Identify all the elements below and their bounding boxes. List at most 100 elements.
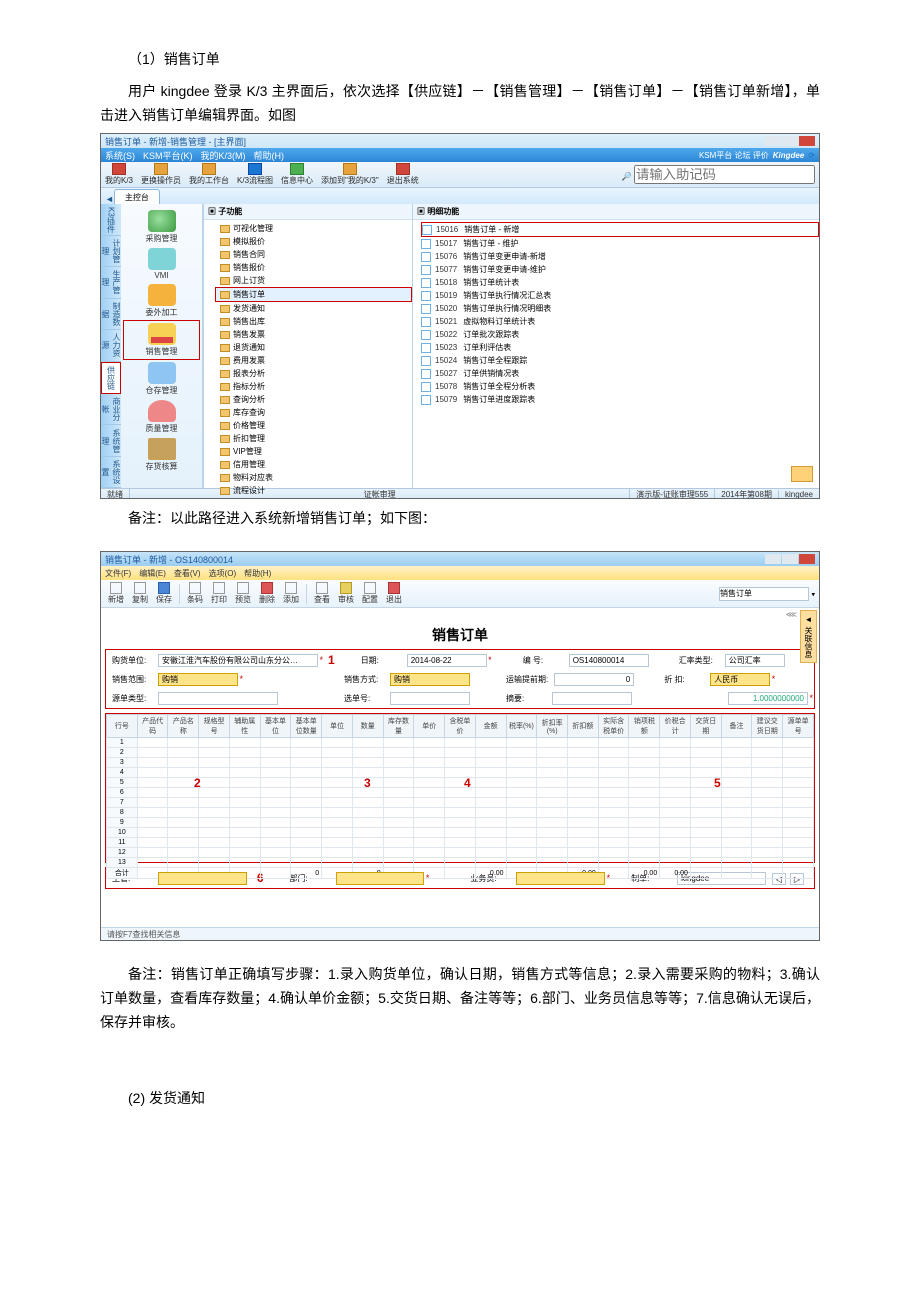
list-item[interactable]: 15022订单批次跟踪表 bbox=[421, 328, 819, 341]
grid-header-cell[interactable]: 产品名称 bbox=[168, 715, 199, 738]
grid-cell[interactable] bbox=[445, 838, 476, 848]
grid-cell[interactable] bbox=[629, 748, 660, 758]
grid-header-cell[interactable]: 备注 bbox=[721, 715, 752, 738]
field-src[interactable] bbox=[158, 692, 278, 705]
tool-flowchart[interactable]: K/3流程图 bbox=[237, 163, 273, 186]
tree-item[interactable]: 指标分析 bbox=[220, 380, 412, 393]
tool-approve[interactable]: 审核 bbox=[335, 582, 357, 605]
field-ex[interactable] bbox=[552, 692, 632, 705]
grid-cell[interactable] bbox=[445, 798, 476, 808]
grid-cell[interactable] bbox=[537, 838, 568, 848]
grid-header-cell[interactable]: 价税合计 bbox=[660, 715, 691, 738]
grid-cell[interactable] bbox=[137, 818, 168, 828]
grid-cell[interactable] bbox=[506, 778, 537, 788]
grid-cell[interactable] bbox=[721, 818, 752, 828]
list-item[interactable]: 15023订单利评估表 bbox=[421, 341, 819, 354]
grid-cell[interactable] bbox=[537, 828, 568, 838]
grid-cell[interactable] bbox=[260, 848, 291, 858]
grid-cell[interactable] bbox=[291, 798, 322, 808]
grid-cell[interactable] bbox=[752, 798, 783, 808]
grid-cell[interactable] bbox=[752, 838, 783, 848]
grid-cell[interactable] bbox=[537, 758, 568, 768]
grid-cell[interactable] bbox=[260, 858, 291, 868]
grid-cell[interactable] bbox=[291, 858, 322, 868]
grid-header-cell[interactable]: 销项税额 bbox=[629, 715, 660, 738]
grid-cell[interactable] bbox=[752, 758, 783, 768]
table-row[interactable]: 3 bbox=[107, 758, 814, 768]
grid-cell[interactable] bbox=[445, 748, 476, 758]
grid-cell[interactable] bbox=[322, 828, 353, 838]
grid-cell[interactable] bbox=[137, 798, 168, 808]
grid-cell[interactable] bbox=[598, 798, 629, 808]
grid-cell[interactable] bbox=[721, 758, 752, 768]
grid-cell[interactable] bbox=[568, 808, 599, 818]
related-info-strip[interactable]: ◄ 关联信息 bbox=[800, 610, 817, 663]
tool-view[interactable]: 查看 bbox=[311, 582, 333, 605]
grid-cell[interactable] bbox=[690, 748, 721, 758]
field-customer[interactable]: 安徽江淮汽车股份有限公司山东分公… bbox=[158, 654, 318, 667]
grid-cell[interactable] bbox=[629, 738, 660, 748]
grid-cell[interactable] bbox=[629, 758, 660, 768]
grid-cell[interactable] bbox=[568, 788, 599, 798]
grid-cell[interactable] bbox=[660, 808, 691, 818]
folder-icon[interactable] bbox=[791, 466, 813, 482]
grid-cell[interactable] bbox=[475, 768, 506, 778]
grid-cell[interactable] bbox=[629, 818, 660, 828]
grid-cell[interactable] bbox=[721, 778, 752, 788]
tree-item[interactable]: 退货通知 bbox=[220, 341, 412, 354]
grid-cell[interactable] bbox=[568, 798, 599, 808]
grid-cell[interactable] bbox=[414, 758, 445, 768]
grid-cell[interactable] bbox=[229, 768, 260, 778]
grid-cell[interactable] bbox=[568, 778, 599, 788]
grid-cell[interactable] bbox=[414, 808, 445, 818]
minimize-button[interactable] bbox=[765, 554, 781, 564]
grid-cell[interactable] bbox=[229, 778, 260, 788]
nav-inventory[interactable]: 存货核算 bbox=[123, 436, 200, 474]
tree-item[interactable]: 报表分析 bbox=[220, 367, 412, 380]
grid-cell[interactable] bbox=[660, 758, 691, 768]
tool-barcode[interactable]: 条码 bbox=[184, 582, 206, 605]
grid-cell[interactable] bbox=[291, 818, 322, 828]
tool-config[interactable]: 配置 bbox=[359, 582, 381, 605]
grid-cell[interactable] bbox=[352, 808, 383, 818]
grid-cell[interactable] bbox=[783, 858, 814, 868]
grid-cell[interactable] bbox=[137, 778, 168, 788]
grid-cell[interactable] bbox=[322, 818, 353, 828]
menu-file[interactable]: 文件(F) bbox=[105, 568, 131, 579]
close-button[interactable] bbox=[799, 136, 815, 146]
grid-cell[interactable] bbox=[506, 768, 537, 778]
grid-cell[interactable] bbox=[322, 858, 353, 868]
grid-cell[interactable] bbox=[752, 808, 783, 818]
grid-cell[interactable] bbox=[721, 738, 752, 748]
tool-delete[interactable]: 删除 bbox=[256, 582, 278, 605]
tree-item[interactable]: 模拟报价 bbox=[220, 235, 412, 248]
grid-cell[interactable] bbox=[568, 818, 599, 828]
grid-cell[interactable] bbox=[783, 798, 814, 808]
maximize-button[interactable] bbox=[782, 136, 798, 146]
grid-cell[interactable] bbox=[783, 838, 814, 848]
grid-cell[interactable] bbox=[506, 788, 537, 798]
tree-item[interactable]: 发货通知 bbox=[220, 302, 412, 315]
grid-cell[interactable] bbox=[475, 738, 506, 748]
grid-cell[interactable] bbox=[660, 778, 691, 788]
grid-cell[interactable] bbox=[352, 758, 383, 768]
list-item[interactable]: 15027订单供销情况表 bbox=[421, 367, 819, 380]
header-links[interactable]: KSM平台 论坛 评价 bbox=[699, 150, 769, 161]
grid-cell[interactable] bbox=[229, 798, 260, 808]
grid-cell[interactable] bbox=[752, 828, 783, 838]
grid-cell[interactable] bbox=[199, 808, 230, 818]
grid-cell[interactable] bbox=[721, 838, 752, 848]
close-button[interactable] bbox=[799, 554, 815, 564]
grid-cell[interactable] bbox=[475, 808, 506, 818]
grid-cell[interactable] bbox=[414, 748, 445, 758]
grid-cell[interactable] bbox=[660, 818, 691, 828]
grid-header-cell[interactable]: 建议交货日期 bbox=[752, 715, 783, 738]
grid-cell[interactable] bbox=[168, 858, 199, 868]
list-item[interactable]: 15079销售订单进度跟踪表 bbox=[421, 393, 819, 406]
grid-cell[interactable] bbox=[598, 788, 629, 798]
menu-edit[interactable]: 编辑(E) bbox=[139, 568, 166, 579]
grid-cell[interactable] bbox=[260, 738, 291, 748]
tree-item[interactable]: 价格管理 bbox=[220, 419, 412, 432]
grid-cell[interactable] bbox=[352, 838, 383, 848]
grid-cell[interactable] bbox=[752, 818, 783, 828]
